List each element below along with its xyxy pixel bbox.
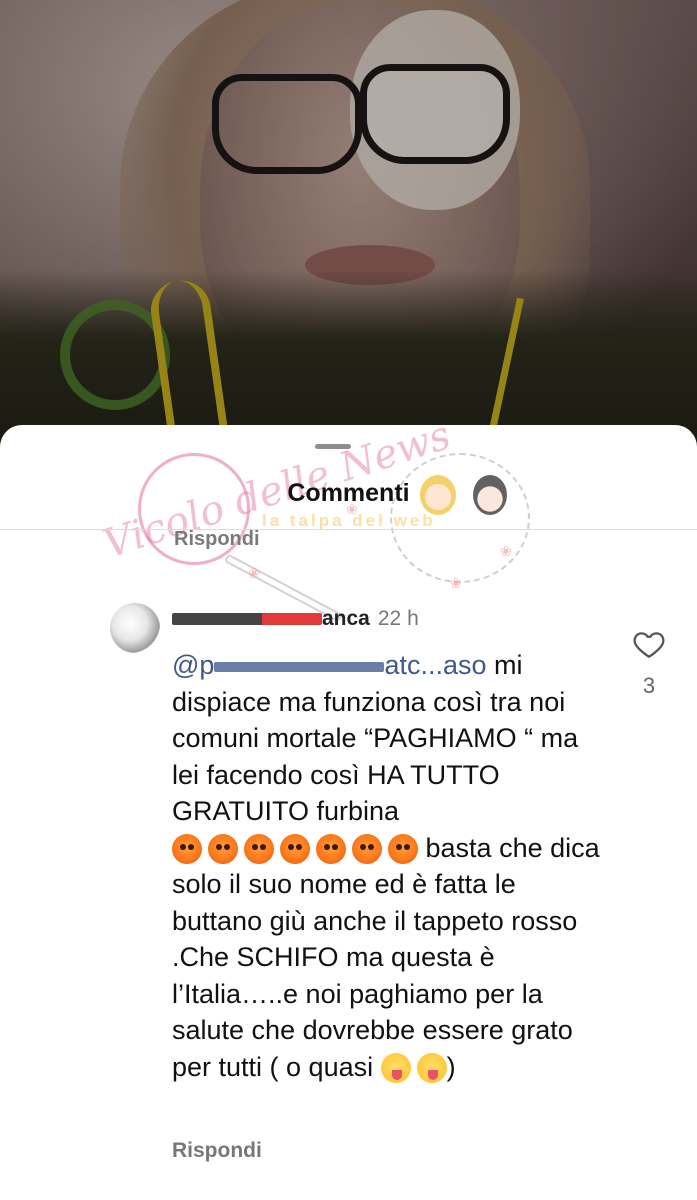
header-divider: [0, 529, 697, 530]
reply-button[interactable]: Rispondi: [172, 1139, 262, 1163]
angry-face-icon: [244, 834, 274, 865]
winking-tongue-face-icon: [380, 1053, 411, 1084]
winking-tongue-face-icon: [416, 1053, 447, 1084]
angry-face-icon: [352, 834, 382, 865]
angry-emoji-row: [172, 834, 418, 865]
tongue-emoji-row: [380, 1053, 447, 1084]
comment-body: @p atc...aso mi dispiace ma funziona così…: [172, 647, 602, 1085]
username[interactable]: anca: [172, 607, 370, 631]
comment-text-part3: ): [446, 1051, 456, 1082]
mention-link[interactable]: @p atc...aso: [172, 650, 487, 680]
comment-time: 22 h: [377, 607, 419, 630]
heart-outline-icon[interactable]: [632, 627, 666, 661]
angry-face-icon: [316, 834, 346, 865]
username-redaction: [172, 613, 322, 626]
username-visible: anca: [322, 607, 370, 630]
paw-print-icon: ❀: [500, 543, 512, 559]
avatar[interactable]: [110, 603, 160, 653]
post-photo: [0, 0, 697, 470]
comment-header: anca 22 h: [172, 607, 419, 631]
mention-redaction: [214, 661, 385, 672]
photo-dim-overlay: [0, 0, 697, 470]
angry-face-icon: [388, 834, 418, 865]
angry-face-icon: [280, 834, 310, 865]
angry-face-icon: [172, 834, 202, 865]
mention-visible: @p: [172, 650, 215, 680]
paw-print-icon: ❀: [248, 565, 260, 581]
mention-tail: atc...aso: [384, 650, 487, 680]
paw-print-icon: ❀: [450, 575, 462, 591]
reply-button-previous[interactable]: Rispondi: [174, 528, 260, 551]
sheet-title: Commenti: [287, 479, 410, 507]
comment-text-part2: basta che dica solo il suo nome ed è fat…: [172, 832, 600, 1082]
angry-face-icon: [208, 834, 238, 865]
comments-sheet: Vicolo delle News la talpa del web ❀ ❀ ❀…: [0, 412, 697, 1200]
like-count: 3: [642, 673, 656, 698]
